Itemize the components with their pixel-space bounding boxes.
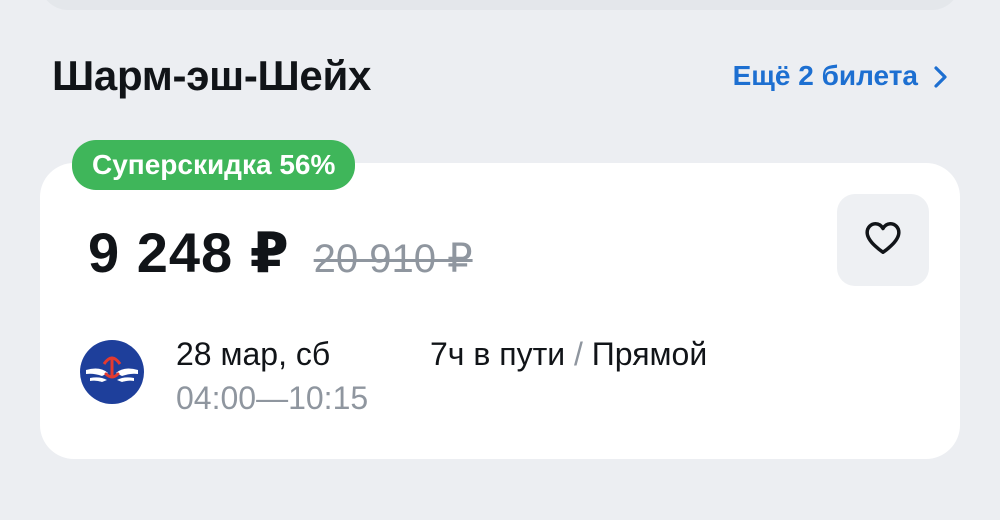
old-price: 20 910 ₽	[313, 237, 473, 281]
airline-logo-icon	[80, 340, 144, 404]
section-header: Шарм-эш-Шейх Ещё 2 билета	[52, 52, 952, 112]
flight-meta: 7ч в пути / Прямой	[430, 336, 707, 373]
departure-time: 04:00	[176, 380, 257, 416]
discount-badge: Суперскидка 56%	[72, 140, 356, 190]
flight-date: 28 мар, сб	[176, 336, 331, 372]
flight-duration: 7ч в пути	[430, 336, 566, 372]
favorite-button[interactable]	[837, 194, 929, 286]
route-type: Прямой	[591, 336, 708, 372]
meta-separator: /	[574, 336, 583, 372]
heart-icon	[864, 220, 902, 261]
more-tickets-link[interactable]: Ещё 2 билета	[733, 60, 952, 92]
chevron-right-icon	[928, 64, 952, 88]
price-row: 9 248 ₽ 20 910 ₽	[88, 220, 473, 286]
previous-card-edge	[40, 0, 960, 10]
flight-times: 04:00—10:15	[176, 380, 368, 417]
arrival-time: 10:15	[288, 380, 369, 416]
current-price: 9 248 ₽	[88, 221, 290, 284]
time-dash: —	[256, 380, 289, 416]
destination-title: Шарм-эш-Шейх	[52, 52, 372, 99]
more-tickets-label: Ещё 2 билета	[732, 60, 918, 91]
